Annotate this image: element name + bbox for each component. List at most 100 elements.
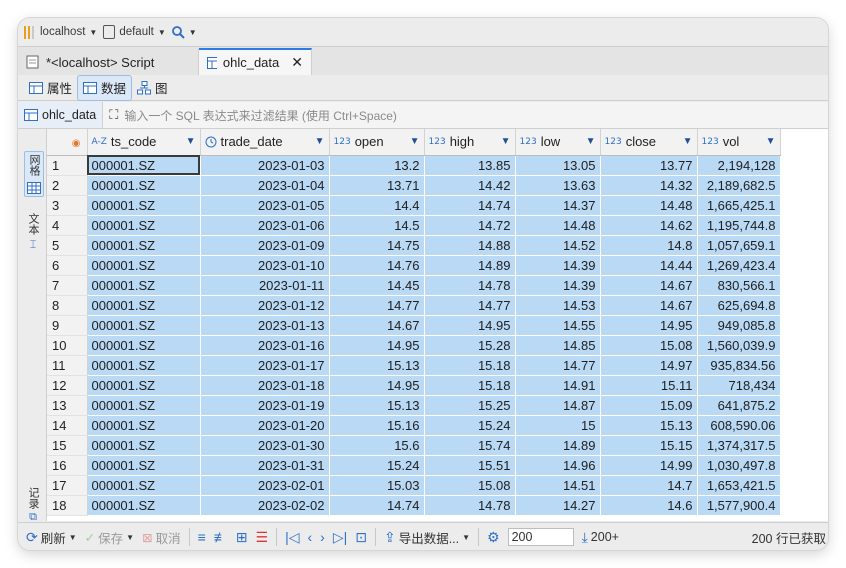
cell-open[interactable]: 15.6 (329, 435, 425, 456)
sort-icon[interactable]: ▼ (586, 136, 596, 147)
cell-ts-code[interactable]: 000001.SZ (87, 175, 201, 196)
column-header-high[interactable]: 123 high ▼ (424, 129, 516, 156)
sort-icon[interactable]: ▼ (315, 136, 325, 147)
cell-open[interactable]: 15.16 (329, 415, 425, 436)
cell-ts-code[interactable]: 000001.SZ (87, 295, 201, 316)
cell-trade-date[interactable]: 2023-01-18 (200, 375, 330, 396)
cell-high[interactable]: 15.08 (424, 475, 516, 496)
cell-trade-date[interactable]: 2023-01-20 (200, 415, 330, 436)
connection-selector[interactable]: localhost ▼ (24, 25, 97, 39)
cell-open[interactable]: 14.76 (329, 255, 425, 276)
cell-trade-date[interactable]: 2023-01-06 (200, 215, 330, 236)
sort-icon[interactable]: ▼ (186, 136, 196, 147)
save-button[interactable]: ✓ 保存 ▼ (85, 528, 134, 547)
copy-row-button[interactable]: ⊞ (236, 529, 248, 546)
cell-ts-code[interactable]: 000001.SZ (87, 155, 201, 176)
cell-ts-code[interactable]: 000001.SZ (87, 375, 201, 396)
cell-open[interactable]: 14.5 (329, 215, 425, 236)
subtab-properties[interactable]: 属性 (24, 76, 77, 100)
fetch-more-button[interactable]: ⤓ 200+ (582, 529, 619, 546)
column-header-trade-date[interactable]: trade_date ▼ (200, 129, 330, 156)
table-row[interactable]: 4 000001.SZ 2023-01-06 14.5 14.72 14.48 14.62 1… (47, 215, 781, 236)
cell-low[interactable]: 14.89 (515, 435, 601, 456)
cell-low[interactable]: 13.63 (515, 175, 601, 196)
cell-close[interactable]: 14.97 (600, 355, 698, 376)
grid-view-button[interactable]: 网格 (24, 151, 44, 197)
cell-trade-date[interactable]: 2023-01-19 (200, 395, 330, 416)
cell-ts-code[interactable]: 000001.SZ (87, 235, 201, 256)
table-row[interactable]: 17 000001.SZ 2023-02-01 15.03 15.08 14.51 14.7… (47, 475, 781, 496)
cell-open[interactable]: 15.13 (329, 355, 425, 376)
cell-close[interactable]: 14.62 (600, 215, 698, 236)
cell-open[interactable]: 14.74 (329, 495, 425, 516)
cell-close[interactable]: 14.8 (600, 235, 698, 256)
cell-trade-date[interactable]: 2023-01-03 (200, 155, 330, 176)
cell-high[interactable]: 15.74 (424, 435, 516, 456)
cell-vol[interactable]: 935,834.56 (697, 355, 781, 376)
cell-open[interactable]: 14.77 (329, 295, 425, 316)
cell-low[interactable]: 13.05 (515, 155, 601, 176)
cell-ts-code[interactable]: 000001.SZ (87, 415, 201, 436)
cell-high[interactable]: 13.85 (424, 155, 516, 176)
fetch-size-input[interactable]: 200 (507, 528, 574, 546)
cell-low[interactable]: 14.52 (515, 235, 601, 256)
subtab-diagram[interactable]: 图 (132, 76, 173, 100)
sort-icon[interactable]: ▼ (410, 136, 420, 147)
cell-trade-date[interactable]: 2023-01-04 (200, 175, 330, 196)
cell-low[interactable]: 14.55 (515, 315, 601, 336)
cell-close[interactable]: 15.13 (600, 415, 698, 436)
cell-open[interactable]: 15.03 (329, 475, 425, 496)
schema-selector[interactable]: default ▼ (103, 25, 166, 39)
fit-button[interactable]: ⊡ (355, 529, 367, 546)
cell-trade-date[interactable]: 2023-01-12 (200, 295, 330, 316)
cell-ts-code[interactable]: 000001.SZ (87, 355, 201, 376)
cell-low[interactable]: 14.27 (515, 495, 601, 516)
table-row[interactable]: 10 000001.SZ 2023-01-16 14.95 15.28 14.85 15.0… (47, 335, 781, 356)
first-page-button[interactable]: |◁ (285, 529, 299, 546)
export-button[interactable]: ⇪ 导出数据... ▼ (384, 528, 470, 547)
cell-low[interactable]: 15 (515, 415, 601, 436)
cell-ts-code[interactable]: 000001.SZ (87, 195, 201, 216)
cell-open[interactable]: 14.4 (329, 195, 425, 216)
cell-vol[interactable]: 1,374,317.5 (697, 435, 781, 456)
cell-high[interactable]: 15.28 (424, 335, 516, 356)
text-view-button[interactable]: 文本 ⌶ (24, 213, 42, 251)
add-row-button[interactable]: ≢ (214, 529, 228, 545)
cell-ts-code[interactable]: 000001.SZ (87, 395, 201, 416)
cell-ts-code[interactable]: 000001.SZ (87, 495, 201, 516)
cell-vol[interactable]: 625,694.8 (697, 295, 781, 316)
cell-close[interactable]: 14.32 (600, 175, 698, 196)
cell-vol[interactable]: 1,057,659.1 (697, 235, 781, 256)
cell-close[interactable]: 13.77 (600, 155, 698, 176)
next-page-button[interactable]: › (320, 529, 325, 545)
cell-vol[interactable]: 1,560,039.9 (697, 335, 781, 356)
cell-vol[interactable]: 949,085.8 (697, 315, 781, 336)
cell-high[interactable]: 14.89 (424, 255, 516, 276)
sort-icon[interactable]: ▼ (766, 136, 776, 147)
cell-open[interactable]: 13.2 (329, 155, 425, 176)
fetch-size-field[interactable]: 200 (507, 528, 574, 546)
cell-low[interactable]: 14.39 (515, 275, 601, 296)
cell-high[interactable]: 14.88 (424, 235, 516, 256)
record-view-button[interactable]: 记录 ⧉ (24, 487, 42, 523)
table-row[interactable]: 1 000001.SZ 2023-01-03 13.2 13.85 13.05 13.77 2… (47, 155, 781, 176)
cell-trade-date[interactable]: 2023-02-02 (200, 495, 330, 516)
cell-vol[interactable]: 1,030,497.8 (697, 455, 781, 476)
cell-high[interactable]: 15.25 (424, 395, 516, 416)
cell-high[interactable]: 14.77 (424, 295, 516, 316)
cell-high[interactable]: 14.72 (424, 215, 516, 236)
column-header-open[interactable]: 123 open ▼ (329, 129, 425, 156)
cell-close[interactable]: 15.15 (600, 435, 698, 456)
cell-open[interactable]: 15.13 (329, 395, 425, 416)
cell-ts-code[interactable]: 000001.SZ (87, 435, 201, 456)
table-row[interactable]: 11 000001.SZ 2023-01-17 15.13 15.18 14.77 14.9… (47, 355, 781, 376)
table-row[interactable]: 5 000001.SZ 2023-01-09 14.75 14.88 14.52 14.8 1… (47, 235, 781, 256)
cell-vol[interactable]: 718,434 (697, 375, 781, 396)
table-row[interactable]: 15 000001.SZ 2023-01-30 15.6 15.74 14.89 15.15… (47, 435, 781, 456)
tab-ohlc-data[interactable]: ohlc_data ✕ (199, 48, 312, 75)
cell-open[interactable]: 14.67 (329, 315, 425, 336)
cell-vol[interactable]: 1,195,744.8 (697, 215, 781, 236)
results-grid[interactable]: ◉ A-Z ts_code ▼ trade_date ▼ 123 open ▼ 123 hi… (47, 129, 828, 521)
cell-close[interactable]: 15.08 (600, 335, 698, 356)
cell-open[interactable]: 14.45 (329, 275, 425, 296)
